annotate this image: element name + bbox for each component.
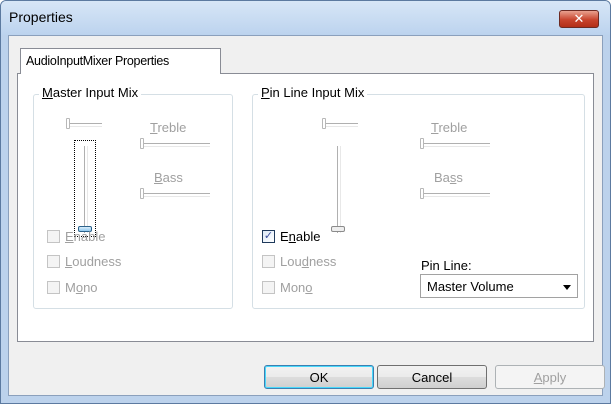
close-button[interactable]: ✕: [559, 10, 599, 28]
master-balance-slider[interactable]: [66, 118, 102, 130]
master-treble-label: Treble: [150, 120, 187, 135]
pin-line-label: Pin Line:: [421, 258, 472, 273]
chevron-down-icon: [563, 285, 571, 290]
master-mono-checkbox[interactable]: Mono: [47, 279, 98, 295]
master-input-mix-group: Master Input Mix: [33, 85, 233, 309]
apply-button-text: pply: [542, 369, 567, 385]
properties-window: Properties ✕ AudioInputMixer Properties …: [0, 0, 611, 404]
pin-enable-text: Enable: [280, 228, 321, 244]
master-group-title: Master Input Mix: [39, 85, 142, 100]
pin-treble-text: reble: [438, 120, 468, 135]
checkmark-icon: ✓: [262, 229, 275, 243]
master-treble-text: reble: [157, 120, 187, 135]
tab-audio-input-mixer[interactable]: AudioInputMixer Properties: [20, 48, 221, 74]
master-bass-text: ass: [162, 170, 183, 185]
pin-loudness-text: Loudness: [280, 253, 337, 269]
master-mono-text: Mono: [65, 279, 98, 295]
pin-mono-box: [262, 280, 275, 294]
pin-group-title-text: in Line Input Mix: [269, 85, 365, 100]
pin-treble-slider[interactable]: [420, 138, 490, 150]
cancel-button[interactable]: Cancel: [377, 365, 487, 389]
window-title: Properties: [9, 9, 73, 25]
master-treble-slider[interactable]: [140, 138, 210, 150]
title-bar: Properties ✕: [1, 1, 610, 35]
master-mono-box: [47, 280, 60, 294]
pin-bass-text: Bass: [434, 170, 463, 185]
dialog-client-area: AudioInputMixer Properties Master Input …: [8, 35, 605, 396]
pin-treble-label: Treble: [431, 120, 468, 135]
master-loudness-text: oudness: [72, 253, 122, 269]
pin-mono-text: Mono: [280, 279, 313, 295]
master-bass-label: Bass: [154, 170, 183, 185]
pin-balance-slider[interactable]: [322, 118, 358, 130]
pin-volume-slider[interactable]: [330, 146, 346, 233]
pin-group-title: Pin Line Input Mix: [258, 85, 368, 100]
pin-bass-slider[interactable]: [420, 188, 490, 200]
master-loudness-box: [47, 254, 60, 268]
master-bass-slider[interactable]: [140, 188, 210, 200]
pin-line-value: Master Volume: [427, 279, 514, 294]
master-enable-box: [47, 229, 60, 243]
pin-line-select[interactable]: Master Volume: [420, 274, 578, 298]
master-group-title-text: aster Input Mix: [52, 85, 139, 100]
tab-page: Master Input Mix Treble Bass E nable L o…: [17, 73, 594, 342]
pin-mono-checkbox[interactable]: Mono: [262, 279, 313, 295]
tab-label: AudioInputMixer Properties: [26, 54, 169, 68]
close-icon: ✕: [573, 11, 585, 26]
pin-enable-checkbox[interactable]: ✓ Enable: [262, 228, 320, 244]
pin-loudness-checkbox[interactable]: Loudness: [262, 253, 336, 269]
master-enable-text: nable: [73, 228, 106, 244]
master-loudness-checkbox[interactable]: Loudness: [47, 253, 121, 269]
master-enable-checkbox[interactable]: Enable: [47, 228, 105, 244]
pin-loudness-box: [262, 254, 275, 268]
pin-bass-label: Bass: [434, 170, 463, 185]
ok-button[interactable]: OK: [264, 365, 374, 389]
apply-button[interactable]: Apply: [495, 365, 605, 389]
master-volume-slider[interactable]: [77, 146, 93, 233]
